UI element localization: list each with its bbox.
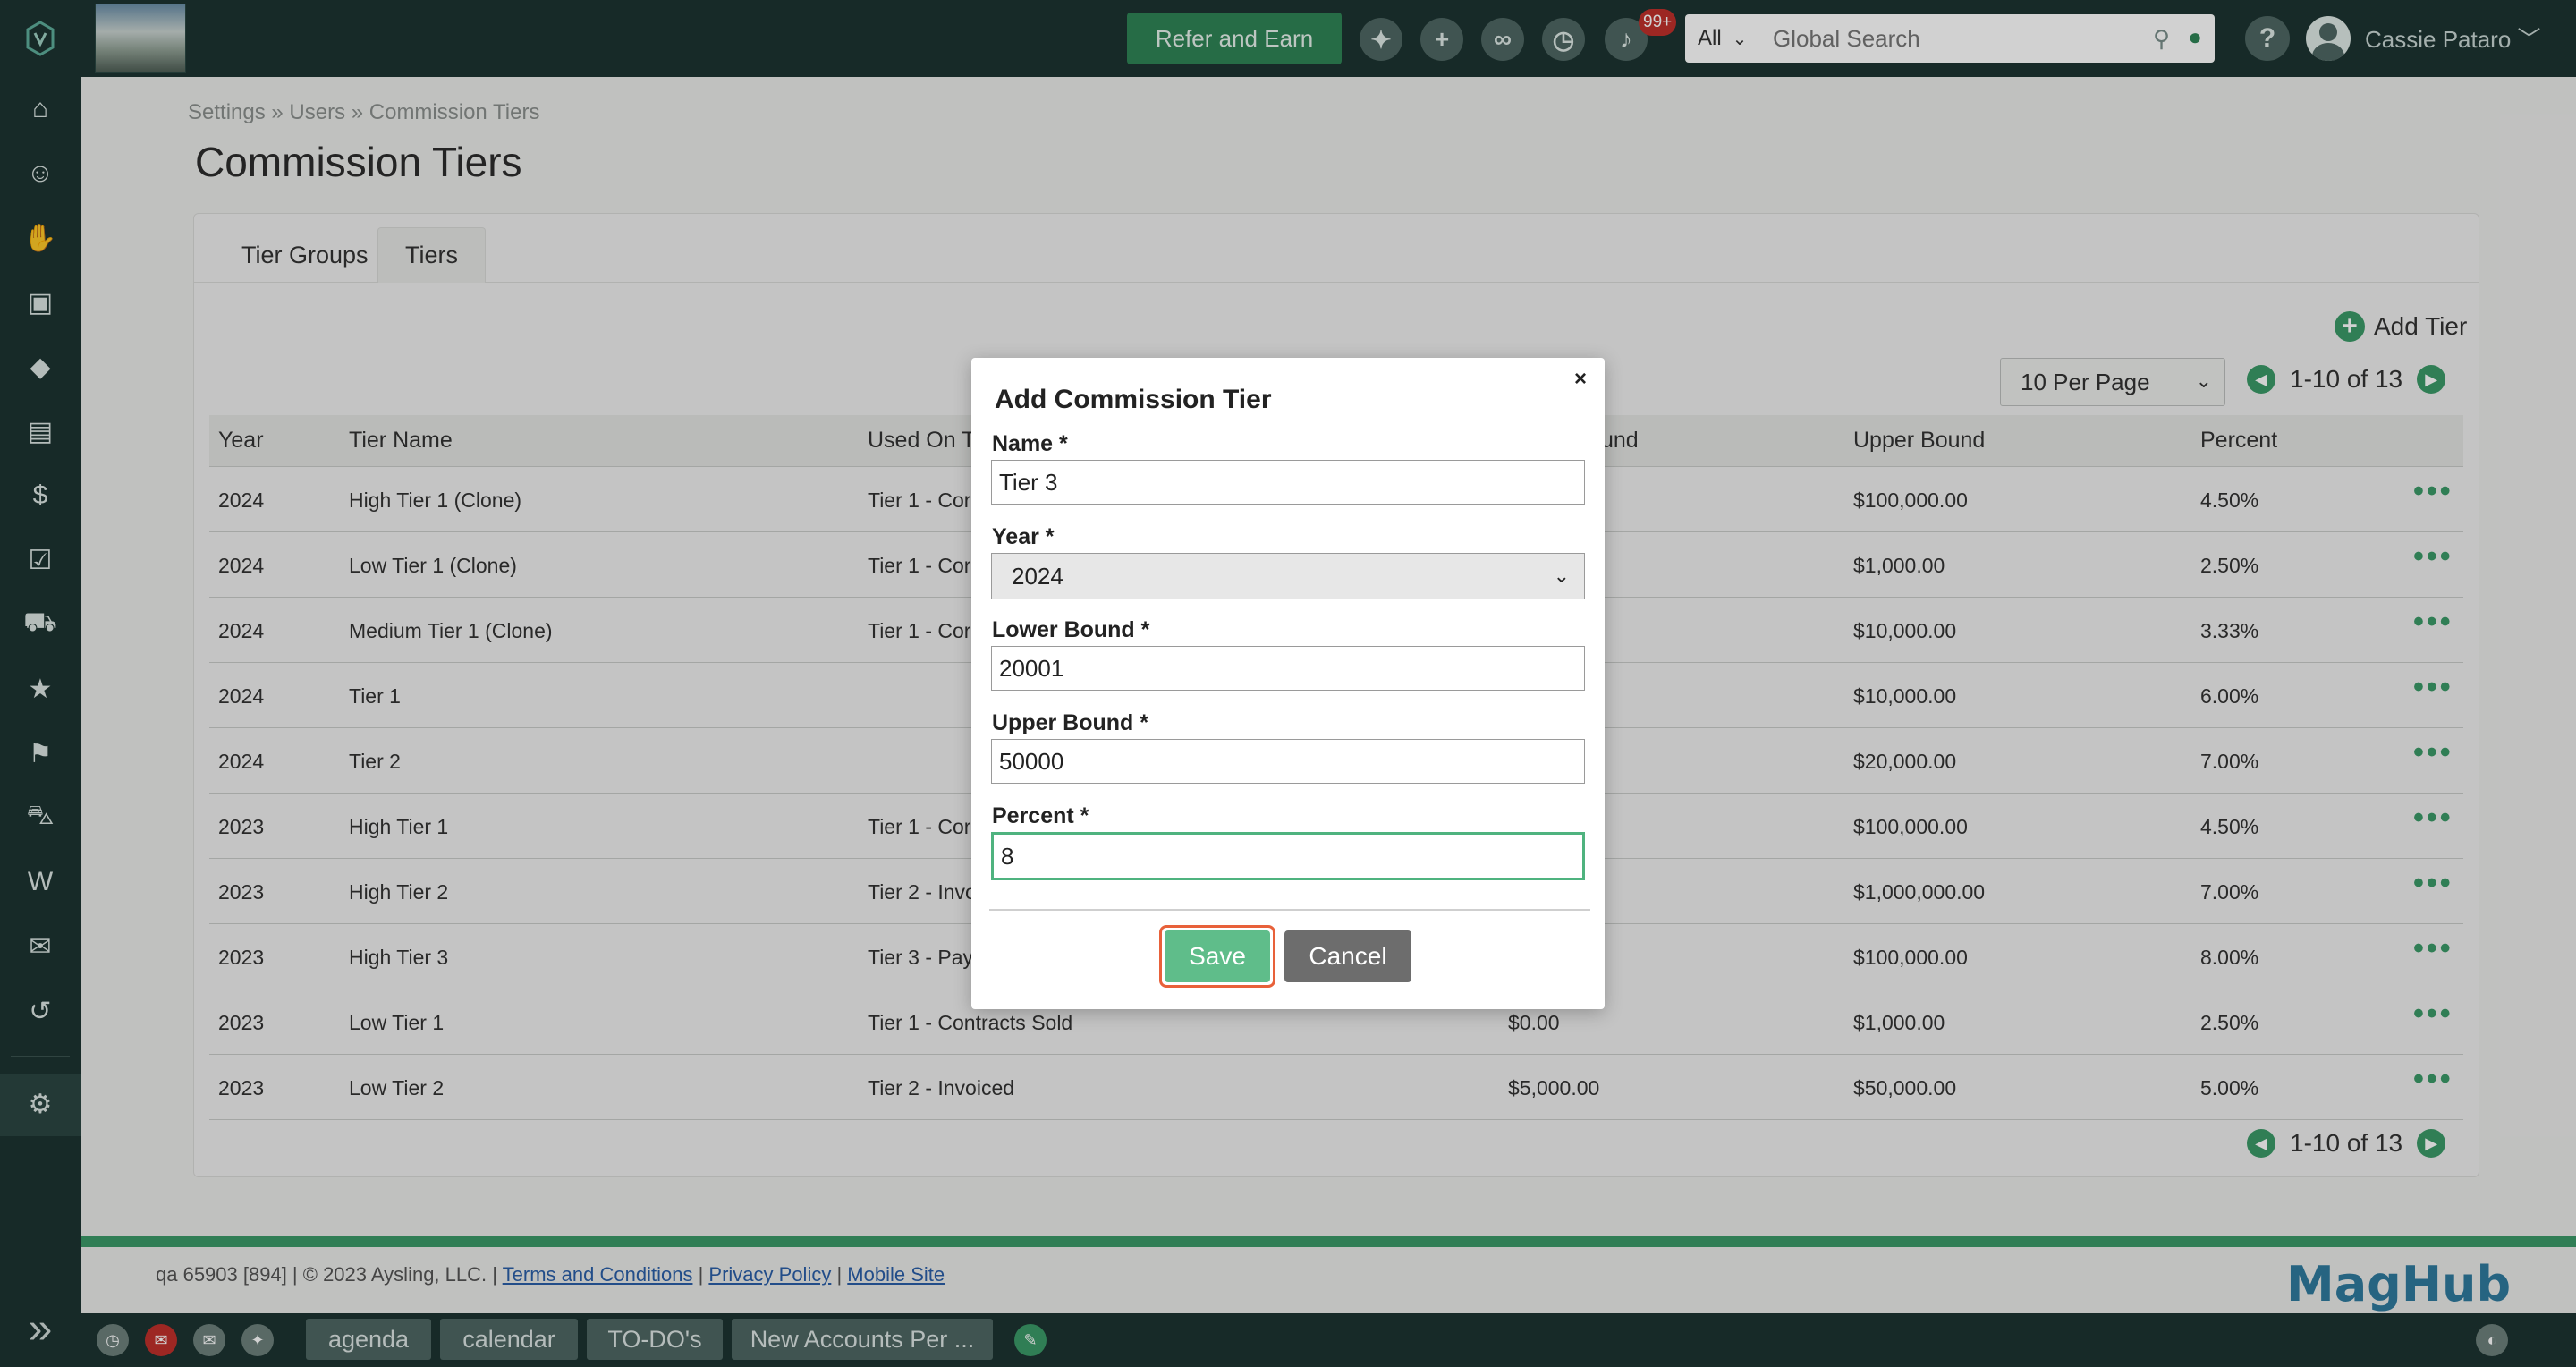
save-button[interactable]: Save bbox=[1165, 930, 1270, 982]
year-value: 2024 bbox=[1012, 562, 1063, 590]
year-select[interactable]: 2024 ⌄ bbox=[991, 553, 1585, 599]
modal-title: Add Commission Tier bbox=[995, 385, 1272, 414]
percent-label: Percent * bbox=[992, 803, 1089, 828]
lower-bound-label: Lower Bound * bbox=[992, 617, 1150, 642]
cancel-button[interactable]: Cancel bbox=[1284, 930, 1411, 982]
upper-bound-label: Upper Bound * bbox=[992, 710, 1148, 735]
close-icon[interactable]: × bbox=[1574, 367, 1587, 392]
lower-bound-field[interactable]: 20001 bbox=[991, 646, 1585, 691]
percent-field[interactable]: 8 bbox=[991, 832, 1585, 880]
name-label: Name * bbox=[992, 431, 1068, 456]
chevron-down-icon: ⌄ bbox=[1553, 565, 1570, 587]
modal-divider bbox=[989, 909, 1590, 911]
name-field[interactable]: Tier 3 bbox=[991, 460, 1585, 505]
upper-bound-field[interactable]: 50000 bbox=[991, 739, 1585, 784]
year-label: Year * bbox=[992, 524, 1055, 549]
